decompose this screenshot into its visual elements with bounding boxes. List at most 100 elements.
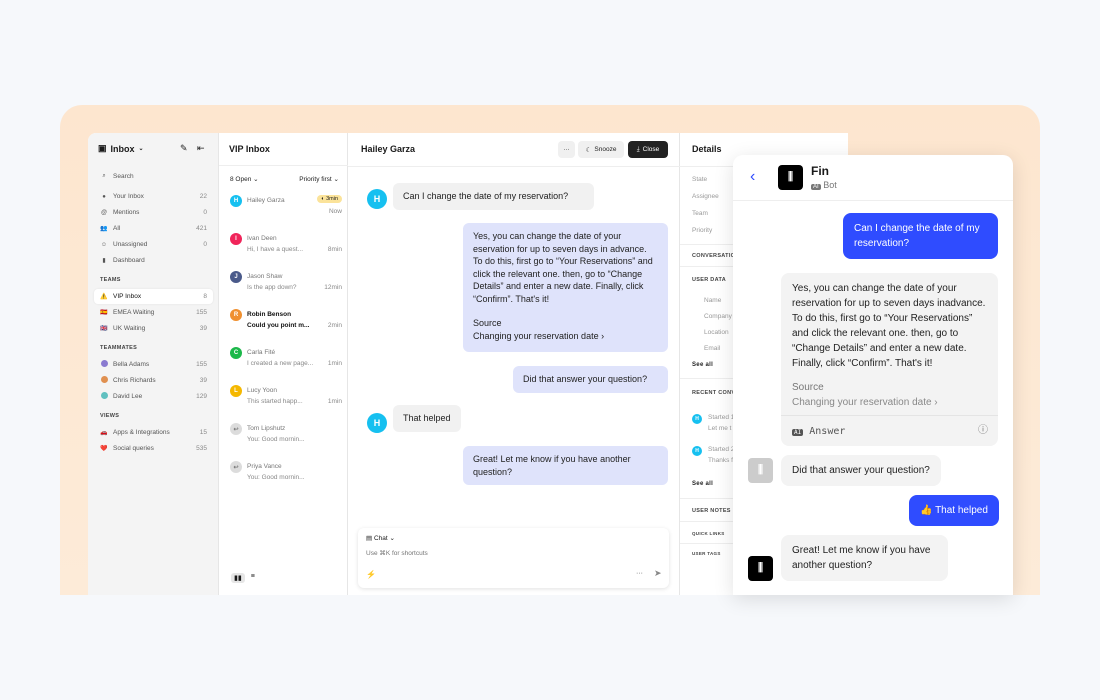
conversation-item[interactable]: H Hailey Garza Now ◐ 3min	[230, 195, 342, 225]
composer: ▤ Chat ⌄ ⚡ ··· ➤	[358, 528, 669, 588]
agent-message: Great! Let me know if you have another q…	[463, 446, 668, 485]
sidebar-item[interactable]: ☺ Unassigned 0	[94, 237, 213, 252]
item-icon	[100, 392, 108, 401]
back-icon[interactable]: ‹	[750, 168, 755, 186]
field-state: State	[692, 176, 708, 183]
fin-messenger: ‹ ⫼ Fin AI Bot Can I change the date of …	[733, 155, 1013, 595]
field-company: Company	[704, 313, 732, 320]
layout-toggle[interactable]: ▮▮ ≡	[231, 573, 255, 583]
teams-heading: TEAMS	[100, 277, 121, 283]
thumbs-up-icon: 👍	[920, 505, 933, 516]
conversation-item[interactable]: J Jason Shaw Is the app down? 12min	[230, 271, 342, 301]
close-button[interactable]: ⤓ Close	[628, 141, 668, 158]
inbox-icon: ▣	[98, 143, 107, 153]
field-location: Location	[704, 329, 729, 336]
user-notes-section[interactable]: USER NOTES	[692, 508, 731, 514]
user-tags-section[interactable]: USER TAGS	[692, 551, 721, 556]
recent-conversations-section[interactable]: RECENT CONV	[692, 390, 735, 396]
more-button[interactable]: ···	[558, 141, 575, 158]
item-icon: ⚠️	[100, 294, 108, 300]
recent-preview: Let me t	[708, 425, 732, 432]
sidebar-teammate[interactable]: Chris Richards 39	[94, 373, 213, 388]
avatar: L	[230, 385, 242, 397]
item-icon: ▮	[102, 258, 106, 264]
sidebar-view[interactable]: ❤️ Social queries 535	[94, 441, 213, 456]
reply-input[interactable]	[366, 550, 656, 557]
conversation-list: VIP Inbox 8 Open ⌄ Priority first ⌄ H Ha…	[219, 133, 348, 595]
sidebar-teammate[interactable]: David Lee 129	[94, 389, 213, 404]
agent-message: Yes, you can change the date of your ese…	[463, 223, 668, 352]
conversation-item[interactable]: C Carla Fité I created a new page... 1mi…	[230, 347, 342, 377]
avatar: ↩	[230, 461, 242, 473]
details-title: Details	[692, 144, 722, 154]
info-icon[interactable]: ⓘ	[978, 423, 988, 438]
field-email: Email	[704, 345, 721, 352]
recent-preview: Thanks f	[708, 457, 733, 464]
sidebar-item[interactable]: ▮ Dashboard	[94, 253, 213, 268]
lightning-icon[interactable]: ⚡	[366, 570, 376, 579]
sidebar-item[interactable]: 👥 All 421	[94, 221, 213, 236]
snooze-button[interactable]: ☾ Snooze	[578, 141, 624, 158]
conversation-item[interactable]: ↩ Tom Lipshutz You: Good mornin...	[230, 423, 342, 453]
user-data-section[interactable]: USER DATA	[692, 277, 726, 283]
fin-logo: ⫼	[748, 458, 773, 483]
search-button[interactable]: ⌕ Search	[94, 169, 213, 184]
item-icon: 🚗	[100, 430, 108, 436]
avatar: J	[230, 271, 242, 283]
sidebar-view[interactable]: 🚗 Apps & Integrations 15	[94, 425, 213, 440]
recent-conversation[interactable]: Started 2	[708, 446, 734, 453]
answer-label: AI Answer	[792, 426, 846, 437]
views-heading: VIEWS	[100, 413, 120, 419]
conversation-item[interactable]: R Robin Benson Could you point m... 2min	[230, 309, 342, 339]
bot-role: AI Bot	[811, 180, 837, 190]
source-link[interactable]: Changing your reservation date ›	[473, 330, 658, 343]
item-icon: ☺	[100, 241, 108, 248]
fin-logo: ⫼	[748, 556, 773, 581]
customer-avatar: H	[692, 414, 702, 424]
sla-badge: ◐ 3min	[317, 195, 342, 203]
more-options-button[interactable]: ···	[636, 570, 643, 577]
compose-icon[interactable]: ✎	[180, 143, 188, 154]
see-all-link[interactable]: See all	[692, 481, 713, 487]
split-view-icon[interactable]: ▮▮	[231, 573, 245, 583]
customer-message: That helped	[393, 405, 461, 432]
sidebar-team[interactable]: ⚠️ VIP Inbox 8	[94, 289, 213, 304]
sidebar-item[interactable]: @ Mentions 0	[94, 205, 213, 220]
customer-avatar: H	[367, 413, 387, 433]
ai-icon: AI	[792, 429, 804, 436]
sidebar-item[interactable]: ● Your Inbox 22	[94, 189, 213, 204]
sidebar-team[interactable]: 🇪🇸 EMEA Waiting 155	[94, 305, 213, 320]
field-priority: Priority	[692, 227, 713, 234]
conversation-item[interactable]: I Ivan Deen Hi, I have a quest... 8min	[230, 233, 342, 263]
fin-answer: Yes, you can change the date of your res…	[781, 273, 998, 446]
item-icon: 🇬🇧	[100, 326, 108, 332]
item-icon: ●	[102, 193, 106, 200]
ai-badge: AI	[811, 184, 821, 190]
quick-links-section[interactable]: QUICK LINKS	[692, 531, 725, 536]
field-team: Team	[692, 210, 708, 217]
list-title: VIP Inbox	[229, 144, 270, 154]
see-all-link[interactable]: See all	[692, 362, 713, 368]
source-link[interactable]: Changing your reservation date ›	[792, 395, 987, 410]
send-icon[interactable]: ➤	[654, 568, 662, 579]
recent-conversation[interactable]: Started 1	[708, 414, 734, 421]
avatar: H	[230, 195, 242, 207]
sidebar-teammate[interactable]: Bella Adams 155	[94, 357, 213, 372]
bot-message: Great! Let me know if you have another q…	[781, 535, 948, 581]
conversation-item[interactable]: L Lucy Yoon This started happ... 1min	[230, 385, 342, 415]
sidebar-team[interactable]: 🇬🇧 UK Waiting 39	[94, 321, 213, 336]
avatar: R	[230, 309, 242, 321]
search-icon: ⌕	[102, 173, 106, 179]
collapse-sidebar-icon[interactable]: ⇤	[197, 143, 205, 154]
item-icon: ❤️	[100, 446, 108, 452]
open-filter[interactable]: 8 Open ⌄	[230, 175, 259, 183]
inbox-switcher[interactable]: ▣ Inbox ⌄	[98, 143, 144, 154]
bot-message: Did that answer your question?	[781, 455, 941, 486]
list-view-icon[interactable]: ≡	[251, 573, 255, 583]
sort-dropdown[interactable]: Priority first ⌄	[299, 175, 339, 183]
conversation-item[interactable]: ↩ Priya Vance You: Good mornin...	[230, 461, 342, 491]
channel-dropdown[interactable]: ▤ Chat ⌄	[366, 534, 395, 542]
customer-avatar: H	[692, 446, 702, 456]
fin-logo: ⫼	[778, 165, 803, 190]
close-icon: ⤓	[636, 145, 640, 153]
